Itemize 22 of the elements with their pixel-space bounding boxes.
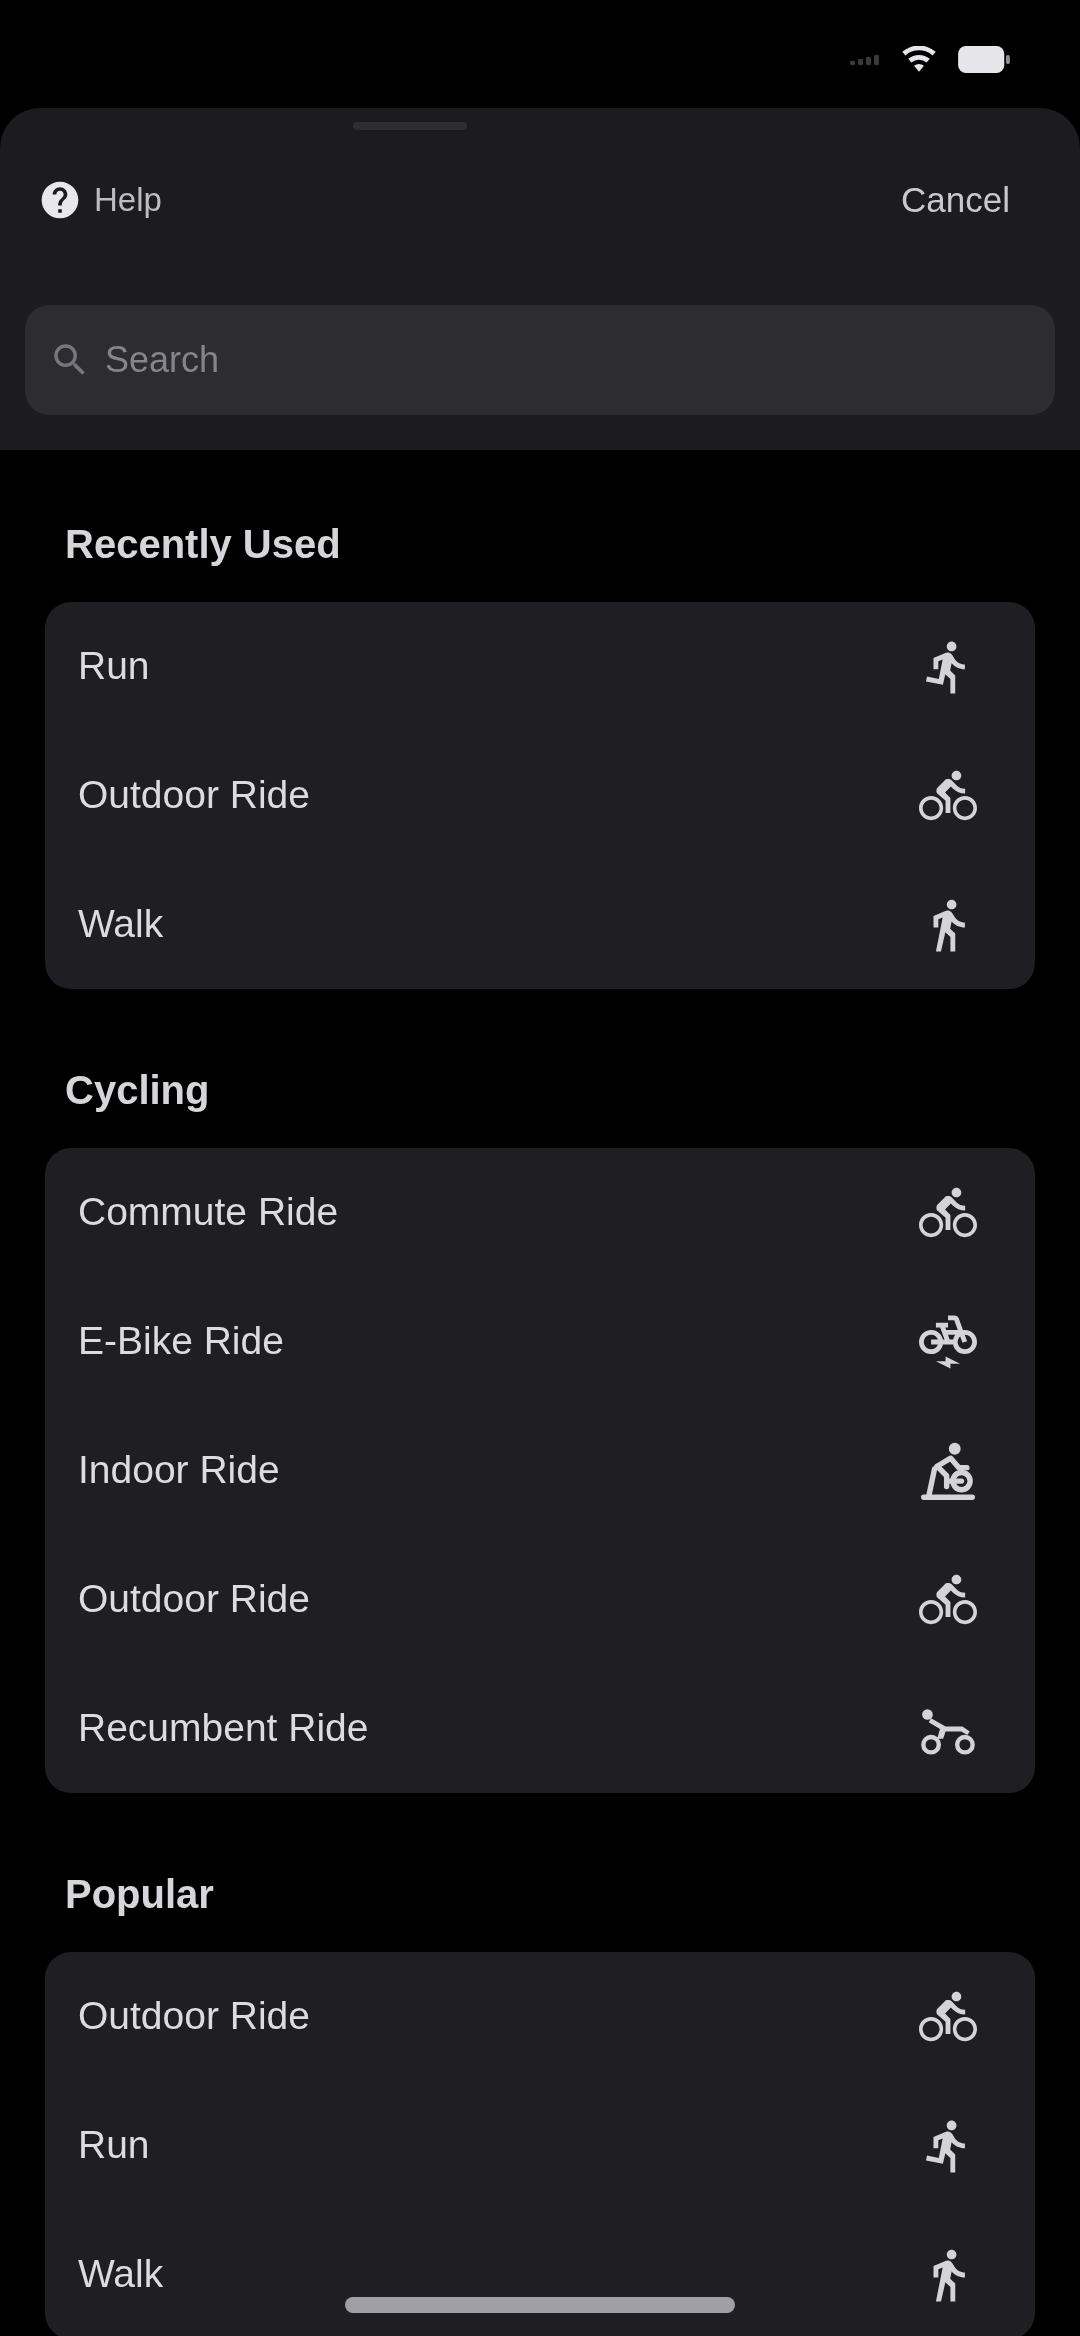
- cancel-button[interactable]: Cancel: [901, 173, 1042, 227]
- activity-row[interactable]: Run: [45, 2081, 1035, 2210]
- activity-row[interactable]: Outdoor Ride: [45, 1952, 1035, 2081]
- signal-icon: [850, 53, 880, 65]
- stationary-bike-icon: [919, 1441, 977, 1500]
- activity-row[interactable]: Outdoor Ride: [45, 731, 1035, 860]
- activity-row[interactable]: Walk: [45, 860, 1035, 989]
- battery-icon: [958, 45, 1010, 73]
- activity-row[interactable]: Walk: [45, 2210, 1035, 2336]
- electric-bike-icon: [919, 1312, 977, 1371]
- activity-row[interactable]: Recumbent Ride: [45, 1664, 1035, 1793]
- activity-row[interactable]: Indoor Ride: [45, 1406, 1035, 1535]
- wifi-icon: [902, 46, 936, 72]
- section-title: Popular: [65, 1871, 214, 1918]
- activity-row[interactable]: E-Bike Ride: [45, 1277, 1035, 1406]
- activity-row[interactable]: Commute Ride: [45, 1148, 1035, 1277]
- search-field[interactable]: Search: [25, 305, 1055, 415]
- activity-row[interactable]: Run: [45, 602, 1035, 731]
- help-button[interactable]: Help: [38, 175, 162, 225]
- section-title: Recently Used: [65, 521, 341, 568]
- activity-row[interactable]: Outdoor Ride: [45, 1535, 1035, 1664]
- section-title: Cycling: [65, 1067, 210, 1114]
